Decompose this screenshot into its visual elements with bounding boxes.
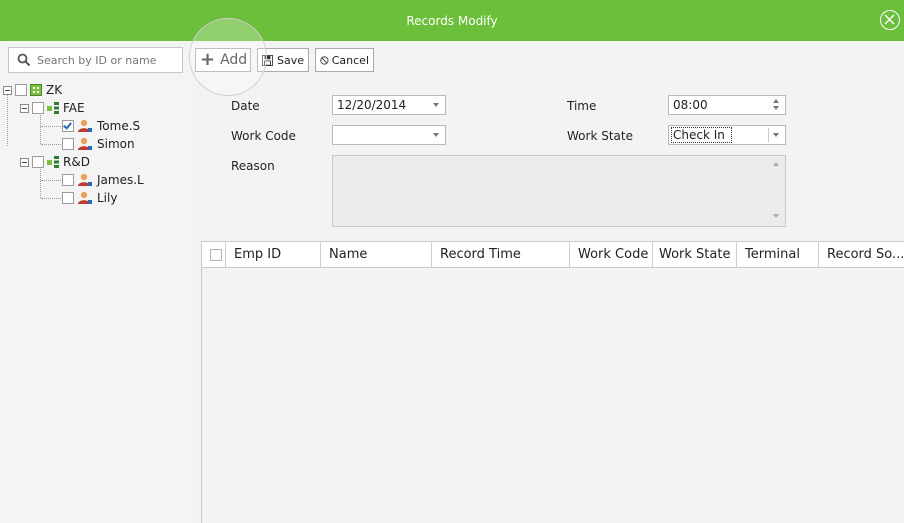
tree-node-fae[interactable]: FAE xyxy=(20,99,85,117)
main-content: + Add Save Cancel Date 12/20/2014 Time 0… xyxy=(193,41,904,523)
col-work-state[interactable]: Work State xyxy=(653,242,737,267)
tree-checkbox-lily[interactable] xyxy=(62,192,74,204)
tree-node-lily[interactable]: Lily xyxy=(62,189,117,207)
col-terminal[interactable]: Terminal xyxy=(737,242,819,267)
spin-down-icon[interactable] xyxy=(773,106,779,110)
collapse-icon[interactable] xyxy=(3,85,12,95)
work-code-label: Work Code xyxy=(231,129,296,143)
tree-label-simon: Simon xyxy=(97,137,135,151)
save-label: Save xyxy=(276,53,304,67)
col-work-code[interactable]: Work Code xyxy=(570,242,653,267)
cancel-label: Cancel xyxy=(331,53,369,67)
close-button[interactable] xyxy=(880,10,900,30)
plus-icon: + xyxy=(200,49,216,70)
tree-checkbox-root[interactable] xyxy=(15,84,27,96)
spin-up-icon[interactable] xyxy=(773,99,779,103)
user-icon xyxy=(78,191,92,204)
user-icon xyxy=(78,119,92,132)
tree-node-james[interactable]: James.L xyxy=(62,171,144,189)
date-picker[interactable]: 12/20/2014 xyxy=(332,95,446,115)
collapse-icon[interactable] xyxy=(20,157,29,167)
company-icon xyxy=(30,84,42,96)
col-record-source[interactable]: Record So... xyxy=(819,242,904,267)
reason-textarea[interactable] xyxy=(332,155,786,227)
select-all-checkbox[interactable] xyxy=(210,249,222,261)
tree-checkbox-james[interactable] xyxy=(62,174,74,186)
collapse-icon[interactable] xyxy=(20,103,29,113)
department-icon xyxy=(47,156,59,168)
records-grid: Emp ID Name Record Time Work Code Work S… xyxy=(201,241,904,523)
chevron-down-icon xyxy=(433,133,439,137)
search-icon xyxy=(17,53,31,67)
left-pane: ZK FAE Tome.S Simon R&D James.L xyxy=(0,41,194,523)
user-icon xyxy=(78,173,92,186)
cancel-icon xyxy=(320,55,329,65)
tree-node-root[interactable]: ZK xyxy=(3,81,62,99)
title-bar: Records Modify xyxy=(0,0,904,41)
org-tree: ZK FAE Tome.S Simon R&D James.L Lily xyxy=(0,81,193,281)
tree-label-root: ZK xyxy=(46,83,63,97)
add-label: Add xyxy=(220,52,248,68)
work-code-select[interactable] xyxy=(332,125,446,145)
search-box[interactable] xyxy=(8,47,183,73)
tree-checkbox-tome[interactable] xyxy=(62,120,74,132)
tree-checkbox-rnd[interactable] xyxy=(32,156,44,168)
record-form: Date 12/20/2014 Time 08:00 Work Code Wor… xyxy=(201,83,904,235)
chevron-down-icon xyxy=(773,133,779,137)
tree-label-james: James.L xyxy=(97,173,144,187)
date-label: Date xyxy=(231,99,260,113)
tree-label-lily: Lily xyxy=(97,191,118,205)
save-button[interactable]: Save xyxy=(257,48,309,72)
department-icon xyxy=(47,102,59,114)
tree-label-rnd: R&D xyxy=(63,155,90,169)
window-title: Records Modify xyxy=(406,14,498,28)
cancel-button[interactable]: Cancel xyxy=(315,48,374,72)
grid-header: Emp ID Name Record Time Work Code Work S… xyxy=(202,242,904,268)
select-all-cell xyxy=(202,242,226,267)
tree-checkbox-fae[interactable] xyxy=(32,102,44,114)
save-icon xyxy=(262,54,273,66)
add-button[interactable]: + Add xyxy=(195,48,251,72)
col-record-time[interactable]: Record Time xyxy=(432,242,570,267)
chevron-down-icon xyxy=(433,103,439,107)
close-icon xyxy=(884,14,895,25)
work-state-value: Check In xyxy=(671,127,732,143)
work-state-label: Work State xyxy=(567,129,633,143)
col-emp-id[interactable]: Emp ID xyxy=(226,242,321,267)
time-spinner[interactable]: 08:00 xyxy=(668,95,786,115)
scroll-down-icon[interactable] xyxy=(773,214,779,218)
time-label: Time xyxy=(567,99,597,113)
tree-label-tome: Tome.S xyxy=(97,119,141,133)
tree-node-simon[interactable]: Simon xyxy=(62,135,135,153)
work-state-select[interactable]: Check In xyxy=(668,125,786,145)
tree-checkbox-simon[interactable] xyxy=(62,138,74,150)
tree-node-rnd[interactable]: R&D xyxy=(20,153,90,171)
user-icon xyxy=(78,137,92,150)
date-value: 12/20/2014 xyxy=(337,98,407,112)
tree-label-fae: FAE xyxy=(63,101,85,115)
scroll-up-icon[interactable] xyxy=(773,162,779,166)
time-value: 08:00 xyxy=(673,98,708,112)
col-name[interactable]: Name xyxy=(321,242,432,267)
reason-label: Reason xyxy=(231,159,275,173)
search-input[interactable] xyxy=(37,51,177,69)
tree-node-tome[interactable]: Tome.S xyxy=(62,117,140,135)
